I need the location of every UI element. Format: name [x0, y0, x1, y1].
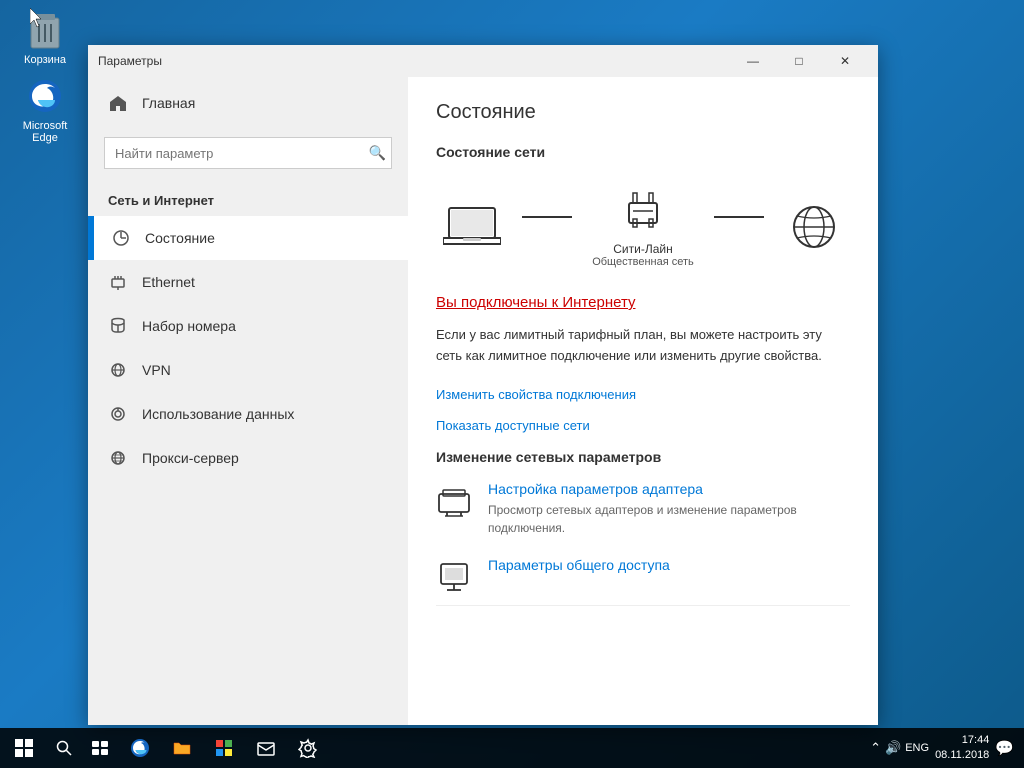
- settings-window: Параметры — □ ✕ Главная: [88, 45, 878, 725]
- router-node: Сити-Лайн Общественная сеть: [592, 186, 694, 268]
- minimize-button[interactable]: —: [730, 45, 776, 77]
- sidebar-item-proxy[interactable]: Прокси-сервер: [88, 436, 408, 480]
- adapter-settings-section: Настройка параметров адаптера Просмотр с…: [436, 481, 850, 537]
- taskbar-store-icon[interactable]: [204, 728, 244, 768]
- sharing-icon: [436, 559, 472, 595]
- edge-image: [25, 76, 65, 116]
- sidebar-item-data-usage[interactable]: Использование данных: [88, 392, 408, 436]
- network-status-title: Состояние сети: [436, 144, 850, 160]
- ethernet-icon: [108, 272, 128, 292]
- proxy-label: Прокси-сервер: [142, 450, 239, 466]
- network-line-2: [714, 216, 764, 218]
- dialup-label: Набор номера: [142, 318, 236, 334]
- taskbar-clock[interactable]: 17:44 08.11.2018: [935, 733, 989, 764]
- globe-node: [784, 202, 844, 252]
- sidebar-item-dialup[interactable]: Набор номера: [88, 304, 408, 348]
- sharing-info: Параметры общего доступа: [488, 557, 670, 577]
- dialup-icon: [108, 316, 128, 336]
- status-icon: [111, 228, 131, 248]
- system-tray: ⌃ 🔊 ENG 17:44 08.11.2018 💬: [870, 733, 1024, 764]
- page-title: Состояние: [436, 101, 850, 124]
- home-label: Главная: [142, 95, 195, 111]
- taskbar-search-button[interactable]: [48, 728, 80, 768]
- search-input[interactable]: [104, 137, 392, 169]
- task-view-button[interactable]: [80, 728, 120, 768]
- recycle-bin-label: Корзина: [24, 54, 66, 66]
- desktop-icons-container: Корзина Microsoft Edge: [10, 10, 80, 144]
- taskbar-mail-icon[interactable]: [246, 728, 286, 768]
- sharing-settings-section: Параметры общего доступа: [436, 557, 850, 606]
- network-provider-label: Сити-Лайн Общественная сеть: [592, 242, 694, 268]
- vpn-icon: [108, 360, 128, 380]
- taskbar-items: [120, 728, 870, 768]
- network-line-1: [522, 216, 572, 218]
- maximize-button[interactable]: □: [776, 45, 822, 77]
- window-titlebar: Параметры — □ ✕: [88, 45, 878, 77]
- connection-description: Если у вас лимитный тарифный план, вы мо…: [436, 325, 850, 367]
- tray-speaker-icon[interactable]: 🔊: [885, 740, 901, 756]
- data-usage-icon: [108, 404, 128, 424]
- clock-date: 08.11.2018: [935, 748, 989, 763]
- sidebar-item-status[interactable]: Состояние: [88, 216, 408, 260]
- sidebar-home-item[interactable]: Главная: [88, 77, 408, 129]
- tray-network-icon[interactable]: ⌃: [870, 740, 881, 756]
- status-label: Состояние: [145, 230, 215, 246]
- taskbar-edge-icon[interactable]: [120, 728, 160, 768]
- taskbar-settings-icon[interactable]: [288, 728, 328, 768]
- sidebar-item-vpn[interactable]: VPN: [88, 348, 408, 392]
- adapter-desc: Просмотр сетевых адаптеров и изменение п…: [488, 501, 848, 537]
- tray-lang-label[interactable]: ENG: [905, 742, 929, 754]
- adapter-info: Настройка параметров адаптера Просмотр с…: [488, 481, 848, 537]
- window-title: Параметры: [98, 54, 162, 68]
- edge-icon[interactable]: Microsoft Edge: [10, 76, 80, 144]
- router-icon: [613, 186, 673, 236]
- sharing-title[interactable]: Параметры общего доступа: [488, 557, 670, 573]
- show-networks-link[interactable]: Показать доступные сети: [436, 418, 850, 433]
- window-controls: — □ ✕: [730, 45, 868, 77]
- globe-icon: [784, 202, 844, 252]
- recycle-bin-icon[interactable]: Корзина: [10, 10, 80, 66]
- close-button[interactable]: ✕: [822, 45, 868, 77]
- vpn-label: VPN: [142, 362, 171, 378]
- laptop-node: [442, 202, 502, 252]
- network-diagram: Сити-Лайн Общественная сеть: [436, 176, 850, 278]
- connected-status-text: Вы подключены к Интернету: [436, 294, 850, 311]
- data-usage-label: Использование данных: [142, 406, 294, 422]
- taskbar-explorer-icon[interactable]: [162, 728, 202, 768]
- home-icon: [108, 93, 128, 113]
- desktop: Корзина Microsoft Edge Параметры — □ ✕: [0, 0, 1024, 768]
- start-button[interactable]: [0, 728, 48, 768]
- window-body: Главная 🔍 Сеть и Интернет: [88, 77, 878, 725]
- sidebar-nav: Состояние Ethe: [88, 216, 408, 480]
- sidebar-item-ethernet[interactable]: Ethernet: [88, 260, 408, 304]
- adapter-settings-icon: [436, 483, 472, 519]
- clock-time: 17:44: [935, 733, 989, 748]
- edge-label: Microsoft Edge: [10, 120, 80, 144]
- laptop-icon: [442, 202, 502, 252]
- sidebar: Главная 🔍 Сеть и Интернет: [88, 77, 408, 725]
- recycle-bin-image: [25, 10, 65, 50]
- tray-icons: ⌃ 🔊 ENG: [870, 740, 929, 756]
- change-settings-title: Изменение сетевых параметров: [436, 449, 850, 465]
- sidebar-section-title: Сеть и Интернет: [88, 185, 408, 216]
- proxy-icon: [108, 448, 128, 468]
- search-box: 🔍: [104, 137, 392, 169]
- ethernet-label: Ethernet: [142, 274, 195, 290]
- main-content: Состояние Состояние сети: [408, 77, 878, 725]
- search-icon: 🔍: [369, 145, 386, 162]
- adapter-title[interactable]: Настройка параметров адаптера: [488, 481, 848, 497]
- change-properties-link[interactable]: Изменить свойства подключения: [436, 387, 850, 402]
- notification-icon[interactable]: 💬: [995, 739, 1014, 757]
- taskbar: ⌃ 🔊 ENG 17:44 08.11.2018 💬: [0, 728, 1024, 768]
